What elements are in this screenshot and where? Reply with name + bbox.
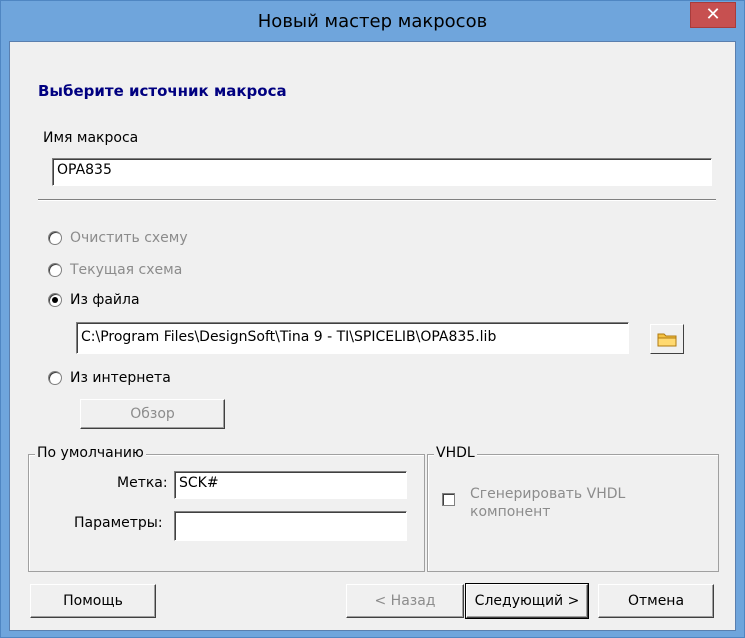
radio-file-label: Из файла — [70, 292, 140, 308]
radio-current-schematic[interactable]: Текущая схема — [48, 262, 182, 278]
radio-internet-icon — [48, 371, 62, 385]
radio-clear-schematic[interactable]: Очистить схему — [48, 230, 188, 246]
overview-button[interactable]: Обзор — [80, 399, 225, 429]
radio-clear-label: Очистить схему — [70, 230, 188, 246]
title-bar[interactable]: Новый мастер макросов ✕ — [1, 1, 744, 41]
radio-file-icon — [48, 293, 62, 307]
generate-vhdl-label-line1: Сгенерировать VHDL — [470, 486, 626, 502]
tag-input[interactable]: SCK# — [174, 471, 407, 499]
radio-internet-label: Из интернета — [70, 370, 171, 386]
next-button[interactable]: Следующий > — [465, 583, 589, 619]
vhdl-group-title: VHDL — [434, 445, 477, 461]
help-button[interactable]: Помощь — [30, 584, 156, 618]
dialog-window: Новый мастер макросов ✕ Выберите источни… — [0, 0, 745, 638]
defaults-group-title: По умолчанию — [35, 445, 146, 461]
radio-current-label: Текущая схема — [70, 262, 183, 278]
back-button[interactable]: < Назад — [346, 584, 464, 618]
defaults-group: По умолчанию Метка: SCK# Параметры: — [28, 445, 425, 572]
vhdl-group: VHDL Сгенерировать VHDL компонент — [427, 445, 719, 572]
window-title: Новый мастер макросов — [257, 11, 488, 32]
close-button[interactable]: ✕ — [690, 2, 736, 28]
macro-name-label: Имя макроса — [43, 130, 139, 146]
dialog-body: Выберите источник макроса Имя макроса OP… — [9, 41, 736, 631]
file-path-input[interactable]: C:\Program Files\DesignSoft\Tina 9 - TI\… — [76, 322, 629, 354]
radio-from-file[interactable]: Из файла — [48, 292, 140, 308]
separator — [38, 199, 716, 201]
browse-folder-button[interactable] — [650, 324, 684, 354]
generate-vhdl-label: Сгенерировать VHDL компонент — [470, 485, 625, 521]
close-icon: ✕ — [705, 4, 721, 25]
folder-icon — [657, 333, 677, 347]
radio-from-internet[interactable]: Из интернета — [48, 370, 171, 386]
page-heading: Выберите источник макроса — [38, 82, 287, 100]
params-input[interactable] — [174, 511, 407, 541]
tag-label: Метка: — [117, 475, 168, 491]
params-label: Параметры: — [74, 515, 163, 531]
generate-vhdl-label-line2: компонент — [470, 504, 551, 520]
radio-clear-icon — [48, 231, 62, 245]
generate-vhdl-checkbox[interactable] — [442, 493, 455, 506]
macro-name-input[interactable]: OPA835 — [52, 158, 712, 186]
cancel-button[interactable]: Отмена — [598, 584, 714, 618]
radio-current-icon — [48, 263, 62, 277]
